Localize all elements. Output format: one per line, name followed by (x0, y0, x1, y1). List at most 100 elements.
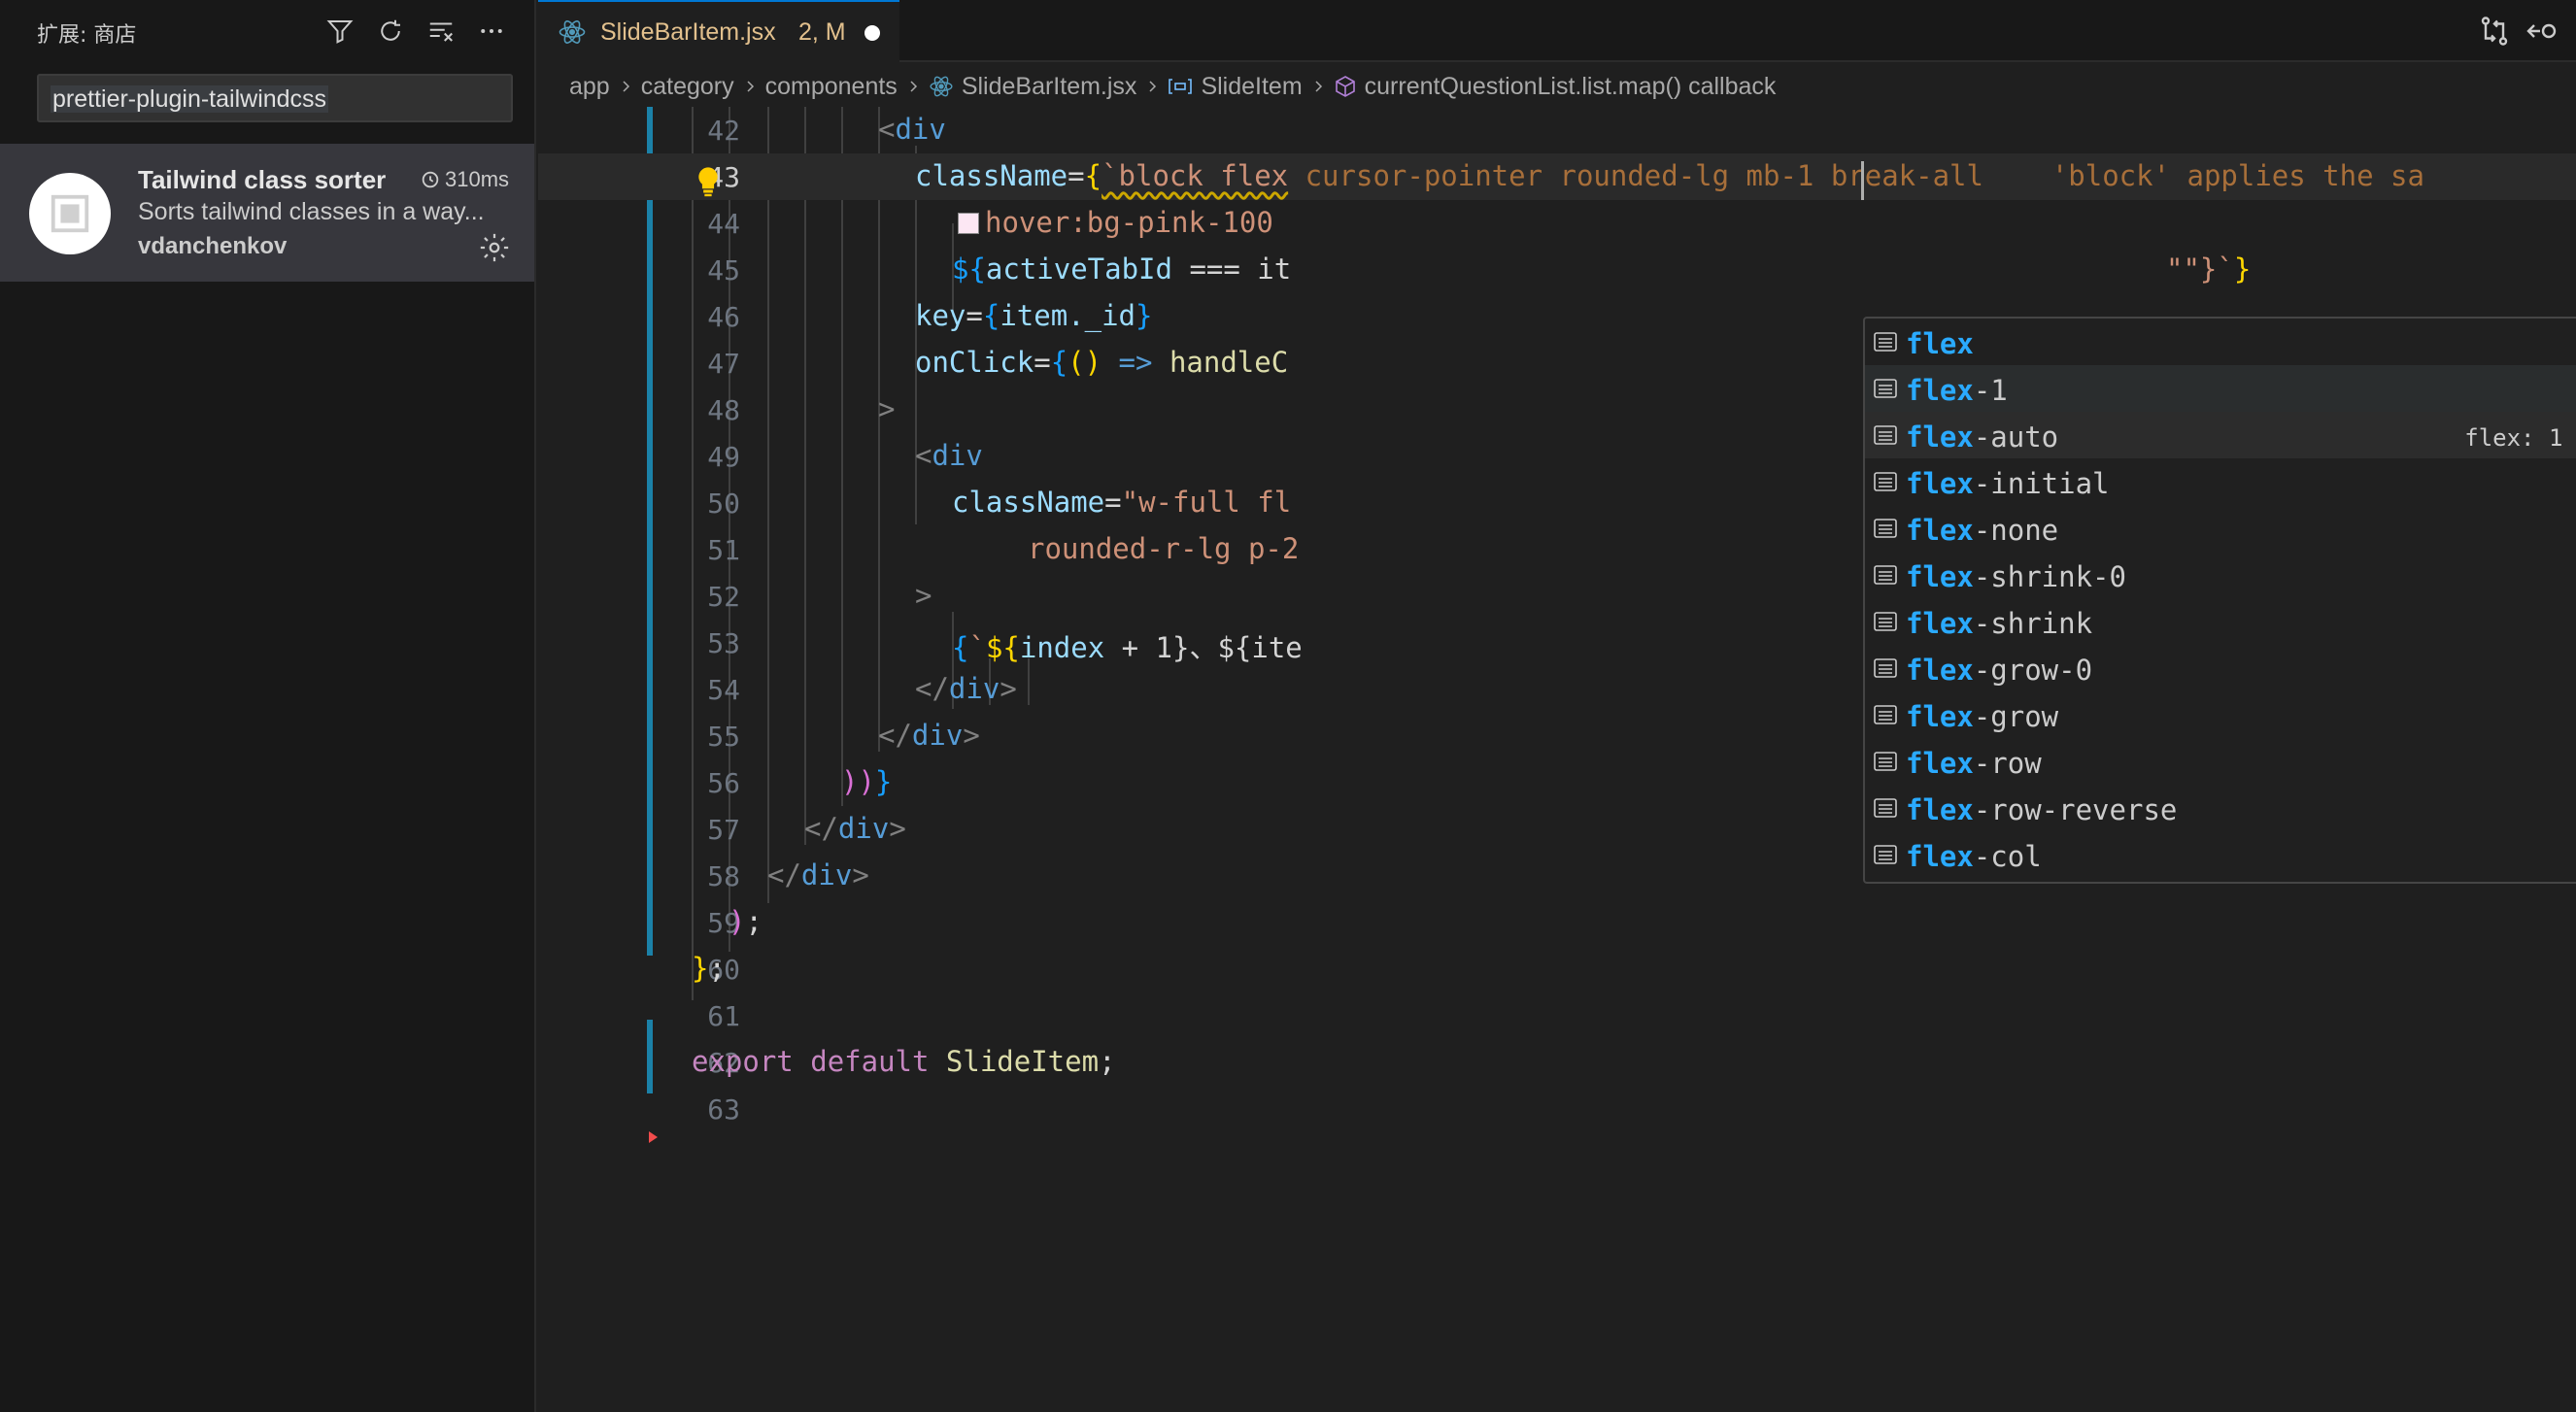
suggest-match: flex (1906, 327, 1974, 360)
code-line[interactable]: 63 (538, 1086, 2576, 1132)
suggest-rest: -row (1973, 747, 2042, 780)
sidebar-title: 扩展: 商店 (37, 23, 137, 48)
code-line-current[interactable]: 43 className={`block flex cursor-pointer… (538, 153, 2576, 200)
code-token: ""}` (2166, 252, 2234, 286)
breadcrumb-item[interactable]: category (641, 73, 734, 101)
line-number: 48 (707, 394, 740, 426)
text-value-icon (1874, 612, 1897, 631)
line-number: 44 (707, 208, 740, 240)
chevron-right-icon (742, 79, 758, 94)
unsaved-dot-icon[interactable] (864, 25, 880, 41)
suggest-match: flex (1906, 700, 1974, 733)
gear-icon[interactable] (478, 231, 511, 264)
suggest-match: flex (1906, 840, 1974, 873)
suggest-rest: -initial (1973, 467, 2110, 500)
code-line[interactable]: 60 }; (538, 946, 2576, 992)
suggest-item[interactable]: flex-initial (1865, 458, 2576, 505)
editor-tab-bar: SlideBarItem.jsx 2, M (538, 0, 2576, 62)
suggest-match: flex (1906, 374, 1974, 407)
suggest-detail: flex: 1 1 auto; (2464, 424, 2576, 452)
extension-name: Tailwind class sorter (138, 165, 387, 194)
gutter-deleted-marker (649, 1131, 658, 1143)
suggest-rest: -col (1973, 840, 2042, 873)
line-number: 50 (707, 487, 740, 520)
tab-slidebaritem[interactable]: SlideBarItem.jsx 2, M (538, 0, 899, 62)
chevron-right-icon (1310, 79, 1326, 94)
history-icon (422, 171, 439, 188)
suggest-item-focused[interactable]: flex-auto flex: 1 1 auto; (1865, 412, 2576, 458)
search-value[interactable]: prettier-plugin-tailwindcss (51, 85, 329, 113)
line-number: 51 (707, 534, 740, 566)
code-token: div (800, 858, 853, 891)
code-line[interactable]: 42 <div (538, 107, 2576, 153)
more-icon[interactable] (474, 14, 509, 49)
extension-search-input[interactable]: prettier-plugin-tailwindcss (37, 74, 513, 122)
suggest-item[interactable]: flex-grow (1865, 691, 2576, 738)
code-line[interactable]: 45 ${activeTabId === it ""}`} (538, 247, 2576, 293)
line-number: 55 (707, 721, 740, 753)
code-token: activeTabId (985, 252, 1172, 286)
breadcrumb-item[interactable]: currentQuestionList.list.map() callback (1365, 73, 1777, 101)
text-value-icon (1874, 705, 1897, 724)
extension-logo (29, 173, 111, 254)
chevron-right-icon (618, 79, 633, 94)
extensions-sidebar: 扩展: 商店 prettier-plugin-tailwindcss Tailw… (0, 0, 536, 1412)
suggest-rest: -grow-0 (1973, 654, 2093, 687)
code-token: SlideItem (945, 1045, 1100, 1078)
line-number: 54 (707, 674, 740, 706)
suggest-rest: -1 (1973, 374, 2008, 407)
suggest-item[interactable]: flex-shrink (1865, 598, 2576, 645)
code-token: div (948, 672, 1000, 705)
inline-hint: 'block' applies the sa (2051, 159, 2424, 192)
extension-list-item[interactable]: Tailwind class sorter 310ms Sorts tailwi… (0, 144, 534, 282)
code-line[interactable]: 61 (538, 992, 2576, 1039)
inline-suggestion: cursor-pointer rounded-lg mb-1 break-all (1288, 159, 1983, 192)
code-line[interactable]: 59 ); (538, 899, 2576, 946)
breadcrumb-item[interactable]: SlideItem (1201, 73, 1302, 101)
code-editor[interactable]: 42 <div 43 className={`block flex cursor… (538, 107, 2576, 1412)
react-icon (559, 20, 586, 44)
suggest-match: flex (1906, 420, 1974, 454)
refresh-icon[interactable] (373, 14, 408, 49)
chevron-right-icon (905, 79, 921, 94)
code-token: key (915, 299, 966, 332)
extension-description: Sorts tailwind classes in a way... (138, 198, 485, 225)
open-changes-icon[interactable] (2525, 14, 2560, 49)
suggest-rest: -shrink (1973, 607, 2093, 640)
code-line[interactable]: 44 hover:bg-pink-100 (538, 200, 2576, 247)
compare-icon[interactable] (2477, 14, 2512, 49)
line-number: 63 (707, 1093, 740, 1126)
code-token: `block flex (1102, 159, 1289, 192)
symbol-method-icon (1334, 75, 1357, 98)
text-value-icon (1874, 845, 1897, 864)
line-number: 52 (707, 581, 740, 613)
suggest-item[interactable]: flex (1865, 319, 2576, 365)
extension-author: vdanchenkov (138, 233, 288, 259)
lightbulb-icon[interactable] (694, 165, 723, 198)
suggest-item[interactable]: flex-shrink-0 (1865, 552, 2576, 598)
breadcrumb-item[interactable]: components (765, 73, 898, 101)
text-value-icon (1874, 658, 1897, 678)
suggest-item[interactable]: flex-row (1865, 738, 2576, 785)
code-line[interactable]: 62 export default SlideItem; (538, 1039, 2576, 1086)
chevron-right-icon (1144, 79, 1160, 94)
breadcrumb-item[interactable]: app (569, 73, 610, 101)
color-swatch[interactable] (958, 213, 979, 234)
clear-icon[interactable] (424, 14, 458, 49)
suggest-item[interactable]: flex-1 (1865, 365, 2576, 412)
symbol-field-icon (1168, 76, 1193, 97)
line-number: 57 (707, 814, 740, 846)
code-token: hover:bg-pink-100 (985, 206, 1273, 239)
code-token: className (915, 159, 1068, 192)
filter-icon[interactable] (322, 14, 357, 49)
suggest-item[interactable]: flex-none (1865, 505, 2576, 552)
breadcrumb-item[interactable]: SlideBarItem.jsx (962, 73, 1137, 101)
text-value-icon (1874, 519, 1897, 538)
suggest-item[interactable]: flex-grow-0 (1865, 645, 2576, 691)
code-token: "w-full fl (1121, 486, 1292, 519)
text-value-icon (1874, 332, 1897, 352)
code-token: handleC (1169, 346, 1289, 379)
suggest-widget[interactable]: flex flex-1 flex-auto flex: 1 1 auto; fl… (1863, 317, 2576, 884)
suggest-item[interactable]: flex-col (1865, 831, 2576, 878)
suggest-item[interactable]: flex-row-reverse (1865, 785, 2576, 831)
